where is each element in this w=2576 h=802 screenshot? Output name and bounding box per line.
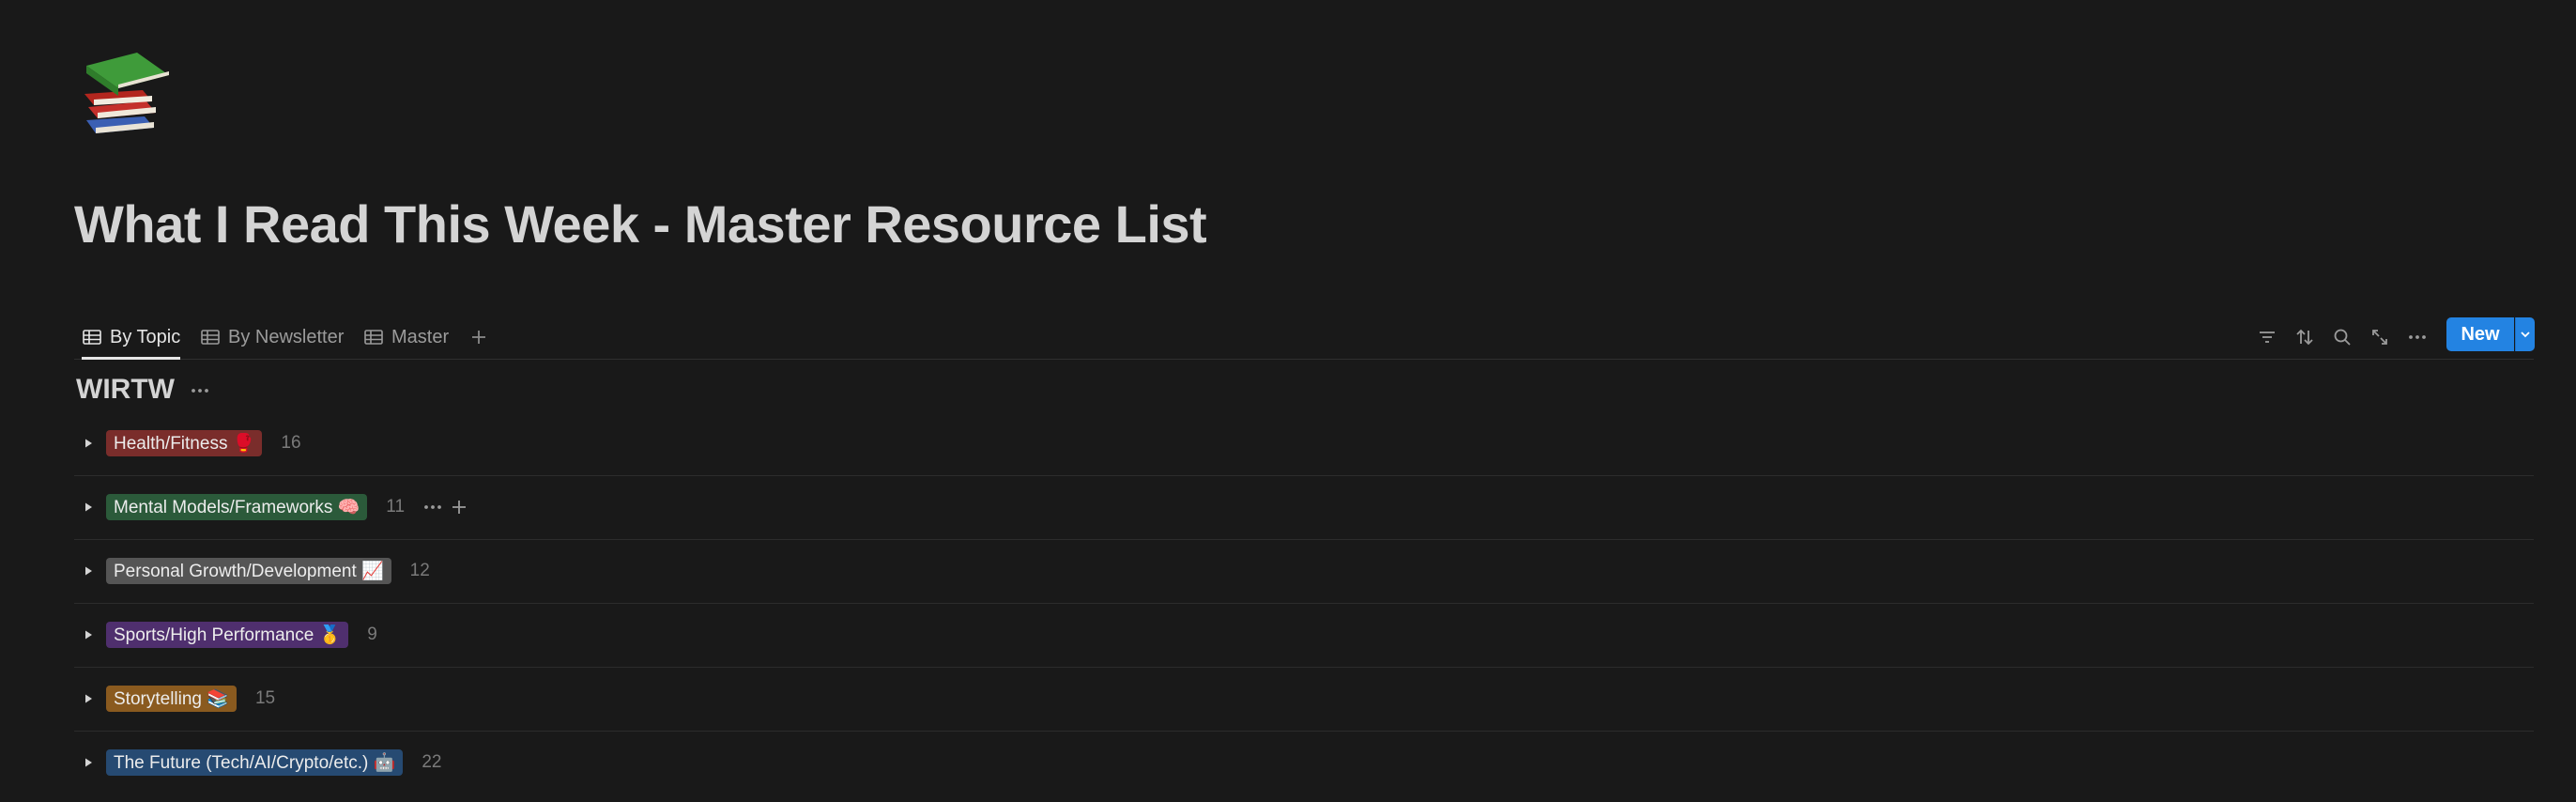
more-icon[interactable]: [420, 494, 446, 520]
group-row: Storytelling 📚 15: [74, 667, 2534, 732]
tab-label: Master: [391, 326, 450, 347]
tab-label: By Newsletter: [228, 326, 345, 347]
toggle-triangle-icon[interactable]: [76, 495, 100, 519]
group-tag[interactable]: Storytelling 📚: [106, 686, 237, 712]
group-tag[interactable]: The Future (Tech/AI/Crypto/etc.) 🤖: [106, 749, 404, 776]
more-icon[interactable]: [2404, 324, 2430, 350]
table-icon: [363, 327, 384, 347]
page: What I Read This Week - Master Resource …: [0, 0, 2576, 802]
group-count: 12: [409, 561, 430, 580]
group-row: Mental Models/Frameworks 🧠 11: [74, 475, 2534, 540]
view-tabs-bar: By Topic By Newsletter Master New: [74, 316, 2535, 360]
toggle-triangle-icon[interactable]: [76, 623, 100, 647]
chevron-down-icon: [2521, 332, 2530, 338]
group-actions: [420, 494, 472, 520]
tab-by-newsletter[interactable]: By Newsletter: [200, 316, 344, 359]
toggle-triangle-icon[interactable]: [76, 686, 100, 711]
database-more-icon[interactable]: [188, 378, 212, 403]
table-icon: [200, 327, 221, 347]
add-view-button[interactable]: [465, 323, 493, 351]
toggle-triangle-icon[interactable]: [76, 559, 100, 583]
page-title[interactable]: What I Read This Week - Master Resource …: [74, 193, 1207, 254]
sort-icon[interactable]: [2292, 324, 2318, 350]
group-count: 9: [367, 625, 377, 644]
tab-master[interactable]: Master: [363, 316, 449, 359]
group-tag[interactable]: Health/Fitness 🥊: [106, 430, 263, 456]
plus-icon: [472, 331, 485, 344]
new-dropdown-button[interactable]: [2515, 317, 2535, 351]
group-tag[interactable]: Mental Models/Frameworks 🧠: [106, 494, 368, 520]
group-count: 11: [386, 497, 406, 517]
toggle-triangle-icon[interactable]: [76, 750, 100, 775]
plus-icon[interactable]: [446, 494, 472, 520]
new-button[interactable]: New: [2446, 317, 2514, 351]
toggle-triangle-icon[interactable]: [76, 431, 100, 455]
tab-by-topic[interactable]: By Topic: [82, 316, 181, 360]
group-row: Sports/High Performance 🥇 9: [74, 603, 2534, 668]
search-icon[interactable]: [2329, 324, 2355, 350]
books-icon[interactable]: [79, 47, 173, 141]
group-tag[interactable]: Sports/High Performance 🥇: [106, 622, 349, 648]
filter-icon[interactable]: [2254, 324, 2280, 350]
database-title[interactable]: WIRTW: [76, 374, 175, 406]
group-row: The Future (Tech/AI/Crypto/etc.) 🤖 22: [74, 731, 2534, 794]
group-count: 22: [422, 752, 442, 772]
group-row: Personal Growth/Development 📈 12: [74, 539, 2534, 604]
group-tag[interactable]: Personal Growth/Development 📈: [106, 558, 391, 584]
group-count: 16: [281, 433, 301, 453]
table-icon: [82, 327, 102, 347]
tab-label: By Topic: [110, 326, 181, 347]
expand-icon[interactable]: [2367, 324, 2393, 350]
group-count: 15: [254, 688, 276, 708]
group-row: Health/Fitness 🥊 16: [74, 411, 2534, 476]
